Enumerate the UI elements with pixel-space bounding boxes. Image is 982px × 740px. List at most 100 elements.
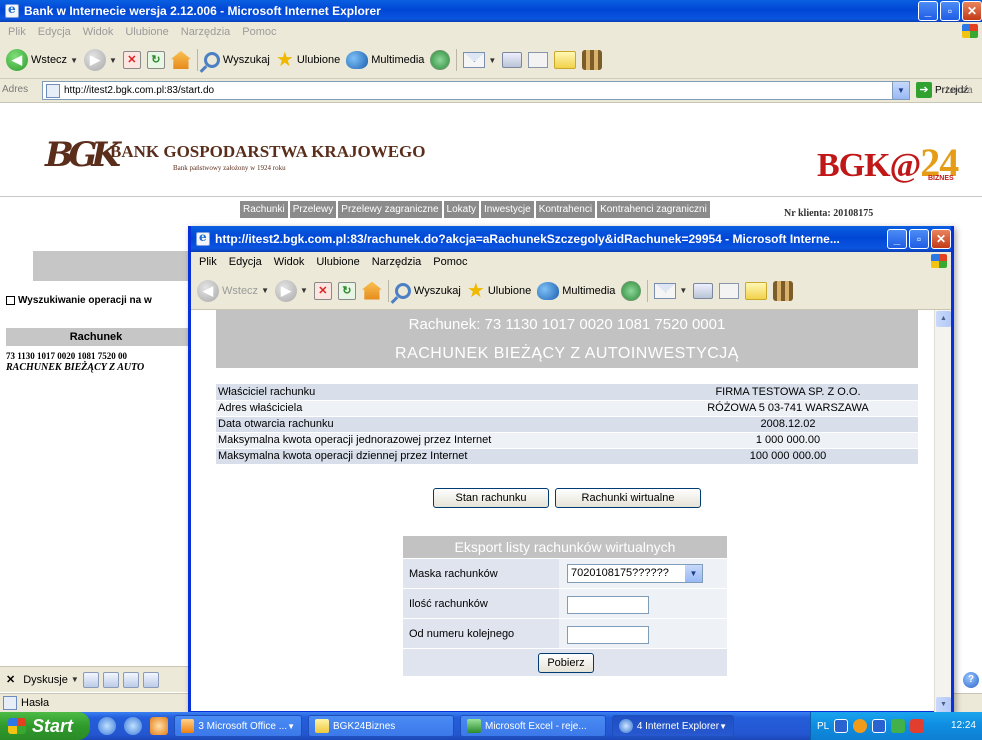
close-button[interactable]: ✕: [962, 1, 982, 21]
help-tray-icon[interactable]: [834, 719, 849, 733]
menu-edit[interactable]: Edycja: [38, 26, 71, 38]
tab-przelewy[interactable]: Przelewy: [289, 201, 337, 218]
forward-button[interactable]: ▶ ▼: [274, 279, 308, 302]
back-button[interactable]: ◀ Wstecz ▼: [197, 279, 269, 302]
discussion-tool-icon[interactable]: [82, 671, 99, 688]
menu-view[interactable]: Widok: [274, 256, 305, 268]
help-icon[interactable]: ?: [963, 672, 979, 688]
refresh-button[interactable]: ↻: [337, 281, 356, 300]
forward-button[interactable]: ▶ ▼: [83, 49, 117, 71]
dyskusje-button[interactable]: Dyskusje: [23, 674, 68, 686]
popup-maximize-button[interactable]: ▫: [909, 229, 929, 249]
from-number-input[interactable]: [567, 626, 649, 644]
menu-tools[interactable]: Narzędzia: [372, 256, 422, 268]
mail-button[interactable]: ▼: [654, 282, 687, 299]
home-button[interactable]: [170, 51, 191, 69]
network-tray-icon[interactable]: [853, 719, 868, 733]
scroll-up-icon[interactable]: ▲: [936, 311, 951, 327]
home-button[interactable]: [361, 281, 382, 300]
print-button[interactable]: [693, 282, 714, 299]
tab-przelewy-zagraniczne[interactable]: Przelewy zagraniczne: [338, 201, 442, 218]
menu-favorites[interactable]: Ulubione: [316, 256, 359, 268]
download-button[interactable]: Pobierz: [538, 653, 594, 673]
popup-vertical-scrollbar[interactable]: ▲ ▼: [934, 310, 951, 714]
menu-file[interactable]: Plik: [8, 26, 26, 38]
minimize-button[interactable]: _: [918, 1, 938, 21]
language-indicator[interactable]: PL: [817, 721, 829, 732]
quicklaunch-ie-icon[interactable]: [124, 717, 142, 735]
chevron-down-icon[interactable]: ▼: [892, 82, 909, 99]
operation-search-title[interactable]: Wyszukiwanie operacji na w: [6, 295, 152, 306]
address-input[interactable]: http://itest2.bgk.com.pl:83/start.do ▼: [42, 81, 910, 100]
ie-icon: [619, 719, 633, 733]
task-excel[interactable]: Microsoft Excel - reje...: [460, 715, 606, 737]
edit-button[interactable]: [528, 52, 549, 68]
research-button[interactable]: [773, 280, 794, 301]
menu-help[interactable]: Pomoc: [433, 256, 467, 268]
tray-icon[interactable]: [872, 719, 887, 733]
tab-kontrahenci-zagraniczni[interactable]: Kontrahenci zagraniczni: [597, 201, 710, 218]
media-button[interactable]: Multimedia: [346, 51, 424, 69]
mask-cell: 7020108175?????? ▼: [559, 559, 727, 589]
quicklaunch-ie-icon[interactable]: [98, 717, 116, 735]
edit-button[interactable]: [719, 282, 740, 299]
popup-title-bar[interactable]: http://itest2.bgk.com.pl:83/rachunek.do?…: [191, 226, 951, 252]
media-button[interactable]: Multimedia: [537, 281, 615, 300]
task-bgk24biznes[interactable]: BGK24Biznes: [308, 715, 454, 737]
menu-favorites[interactable]: Ulubione: [125, 26, 168, 38]
task-internet-explorer[interactable]: 4 Internet Explorer ▼: [612, 715, 734, 737]
tray-icon[interactable]: [891, 719, 906, 733]
tab-rachunki[interactable]: Rachunki: [240, 201, 288, 218]
print-button[interactable]: [502, 52, 523, 68]
tab-kontrahenci[interactable]: Kontrahenci: [535, 201, 596, 218]
tray-icon[interactable]: [910, 719, 925, 733]
account-count-input[interactable]: [567, 596, 649, 614]
search-button[interactable]: Wyszukaj: [394, 282, 461, 299]
from-cell: [559, 619, 727, 649]
discussion-tool-icon[interactable]: [102, 671, 119, 688]
discussion-tool-icon[interactable]: [142, 671, 159, 688]
maximize-button[interactable]: ▫: [940, 1, 960, 21]
favorites-button[interactable]: ★ Ulubione: [467, 281, 531, 301]
refresh-button[interactable]: ↻: [146, 51, 165, 69]
mail-button[interactable]: ▼: [463, 52, 496, 68]
links-label[interactable]: Łącza: [946, 85, 973, 96]
start-button[interactable]: Start: [0, 712, 90, 740]
stop-button[interactable]: ✕: [313, 281, 332, 300]
left-account-number[interactable]: 73 1130 1017 0020 1081 7520 00: [6, 351, 127, 361]
history-button[interactable]: [621, 280, 642, 301]
search-button[interactable]: Wyszukaj: [203, 52, 270, 68]
stop-button[interactable]: ✕: [122, 51, 141, 69]
menu-file[interactable]: Plik: [199, 256, 217, 268]
account-mask-select[interactable]: 7020108175?????? ▼: [567, 564, 703, 583]
task-office[interactable]: 3 Microsoft Office ... ▼: [174, 715, 302, 737]
menu-view[interactable]: Widok: [83, 26, 114, 38]
tab-inwestycje[interactable]: Inwestycje: [481, 201, 534, 218]
folder-button[interactable]: [554, 51, 577, 69]
popup-close-button[interactable]: ✕: [931, 229, 951, 249]
left-account-name: RACHUNEK BIEŻĄCY Z AUTO: [6, 362, 145, 373]
close-icon[interactable]: ✕: [6, 673, 15, 686]
bank-header: BGK BANK GOSPODARSTWA KRAJOWEGO Bank pań…: [0, 117, 982, 197]
scroll-down-icon[interactable]: ▼: [936, 697, 951, 713]
popup-minimize-button[interactable]: _: [887, 229, 907, 249]
history-button[interactable]: [430, 50, 451, 70]
detail-label: Maksymalna kwota operacji jednorazowej p…: [216, 432, 658, 449]
virtual-accounts-button[interactable]: Rachunki wirtualne: [555, 488, 701, 508]
menu-edit[interactable]: Edycja: [229, 256, 262, 268]
menu-help[interactable]: Pomoc: [242, 26, 276, 38]
menu-tools[interactable]: Narzędzia: [181, 26, 231, 38]
bank-monogram-logo: BGK: [45, 135, 121, 175]
favorites-button[interactable]: ★ Ulubione: [276, 50, 340, 70]
main-nav: Rachunki Przelewy Przelewy zagraniczne L…: [240, 201, 712, 218]
folder-button[interactable]: [745, 281, 768, 300]
detail-value: 100 000 000.00: [658, 448, 918, 465]
tab-lokaty[interactable]: Lokaty: [443, 201, 480, 218]
back-button[interactable]: ◀ Wstecz ▼: [6, 49, 78, 71]
count-cell: [559, 589, 727, 619]
discussion-tool-icon[interactable]: [122, 671, 139, 688]
research-button[interactable]: [582, 50, 603, 70]
account-balance-button[interactable]: Stan rachunku: [433, 488, 549, 508]
main-title-bar[interactable]: Bank w Internecie wersja 2.12.006 - Micr…: [0, 0, 982, 22]
quicklaunch-office-icon[interactable]: [150, 717, 168, 735]
